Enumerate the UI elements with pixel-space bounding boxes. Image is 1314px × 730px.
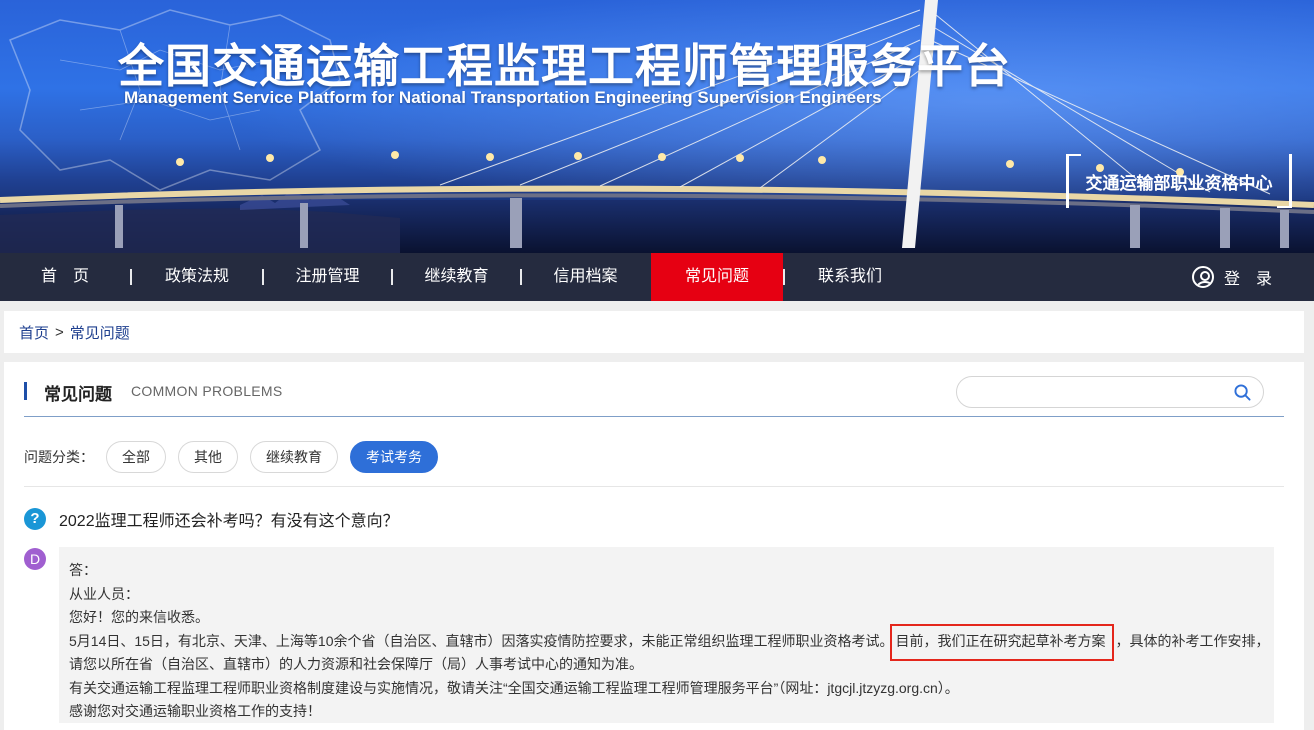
nav-item-contact[interactable]: 联系我们: [785, 253, 915, 301]
search-box: [956, 376, 1264, 408]
nav-item-credit[interactable]: 信用档案: [522, 253, 649, 301]
filter-chip-exam[interactable]: 考试考务: [350, 441, 438, 473]
search-icon[interactable]: [1234, 384, 1251, 401]
answer-line: 感谢您对交通运输职业资格工作的支持！: [69, 703, 321, 719]
breadcrumb-separator: >: [55, 323, 64, 341]
answer-line: 答：: [69, 562, 97, 578]
nav-item-faq[interactable]: 常见问题: [651, 253, 783, 301]
answer-line: 有关交通运输工程监理工程师职业资格制度建设与实施情况，敬请关注“全国交通运输工程…: [69, 679, 959, 696]
question-icon: ?: [24, 508, 46, 530]
answer-box: 答： 从业人员： 您好！您的来信收悉。 5月14日、15日，有北京、天津、上海等…: [59, 547, 1274, 723]
header-banner: 全国交通运输工程监理工程师管理服务平台 Management Service P…: [0, 0, 1314, 253]
search-input[interactable]: [971, 382, 1221, 402]
section-title: 常见问题: [44, 385, 112, 404]
main-nav: 首 页 政策法规 注册管理 继续教育 信用档案 常见问题 联系我们 登 录: [0, 253, 1314, 301]
nav-item-home[interactable]: 首 页: [0, 253, 130, 301]
nav-item-registration[interactable]: 注册管理: [264, 253, 391, 301]
faq-panel: 常见问题 COMMON PROBLEMS 问题分类： 全部 其他 继续教育 考试…: [4, 362, 1304, 730]
answer-line: 从业人员：: [69, 585, 139, 602]
site-title: 全国交通运输工程监理工程师管理服务平台: [118, 40, 1011, 92]
answer-text: ，具体的补考工作安排，: [1115, 632, 1270, 649]
section-header: 常见问题 COMMON PROBLEMS: [24, 376, 1284, 417]
highlighted-text: 目前，我们正在研究起草补考方案: [889, 623, 1114, 661]
nav-item-education[interactable]: 继续教育: [393, 253, 520, 301]
answer-text: 5月14日、15日，有北京、天津、上海等10余个省（自治区、直辖市）因落实疫情防…: [69, 632, 894, 649]
user-icon: [1191, 266, 1214, 288]
category-filter: 问题分类： 全部 其他 继续教育 考试考务: [24, 441, 1284, 487]
faq-question[interactable]: ? 2022监理工程师还会补考吗？有没有这个意向？: [24, 507, 399, 531]
org-badge: 交通运输部职业资格中心: [1066, 154, 1292, 208]
login-button[interactable]: 登 录: [1191, 253, 1272, 301]
login-label: 登 录: [1223, 271, 1272, 288]
site-title-english: Management Service Platform for National…: [124, 88, 882, 107]
breadcrumb-current-link[interactable]: 常见问题: [70, 322, 130, 343]
section-subtitle: COMMON PROBLEMS: [131, 383, 283, 399]
question-text: 2022监理工程师还会补考吗？有没有这个意向？: [59, 513, 399, 530]
nav-item-policy[interactable]: 政策法规: [132, 253, 262, 301]
filter-chip-all[interactable]: 全部: [106, 441, 166, 473]
breadcrumb: 首页 > 常见问题: [4, 311, 1304, 353]
section-accent-bar: [24, 382, 27, 400]
breadcrumb-home-link[interactable]: 首页: [19, 322, 49, 343]
answer-line-with-highlight: 5月14日、15日，有北京、天津、上海等10余个省（自治区、直辖市）因落实疫情防…: [69, 623, 1270, 661]
answer-icon: D: [24, 548, 46, 570]
filter-chip-education[interactable]: 继续教育: [250, 441, 338, 473]
filter-chip-other[interactable]: 其他: [178, 441, 238, 473]
filter-label: 问题分类：: [24, 449, 94, 465]
org-name: 交通运输部职业资格中心: [1085, 173, 1273, 193]
